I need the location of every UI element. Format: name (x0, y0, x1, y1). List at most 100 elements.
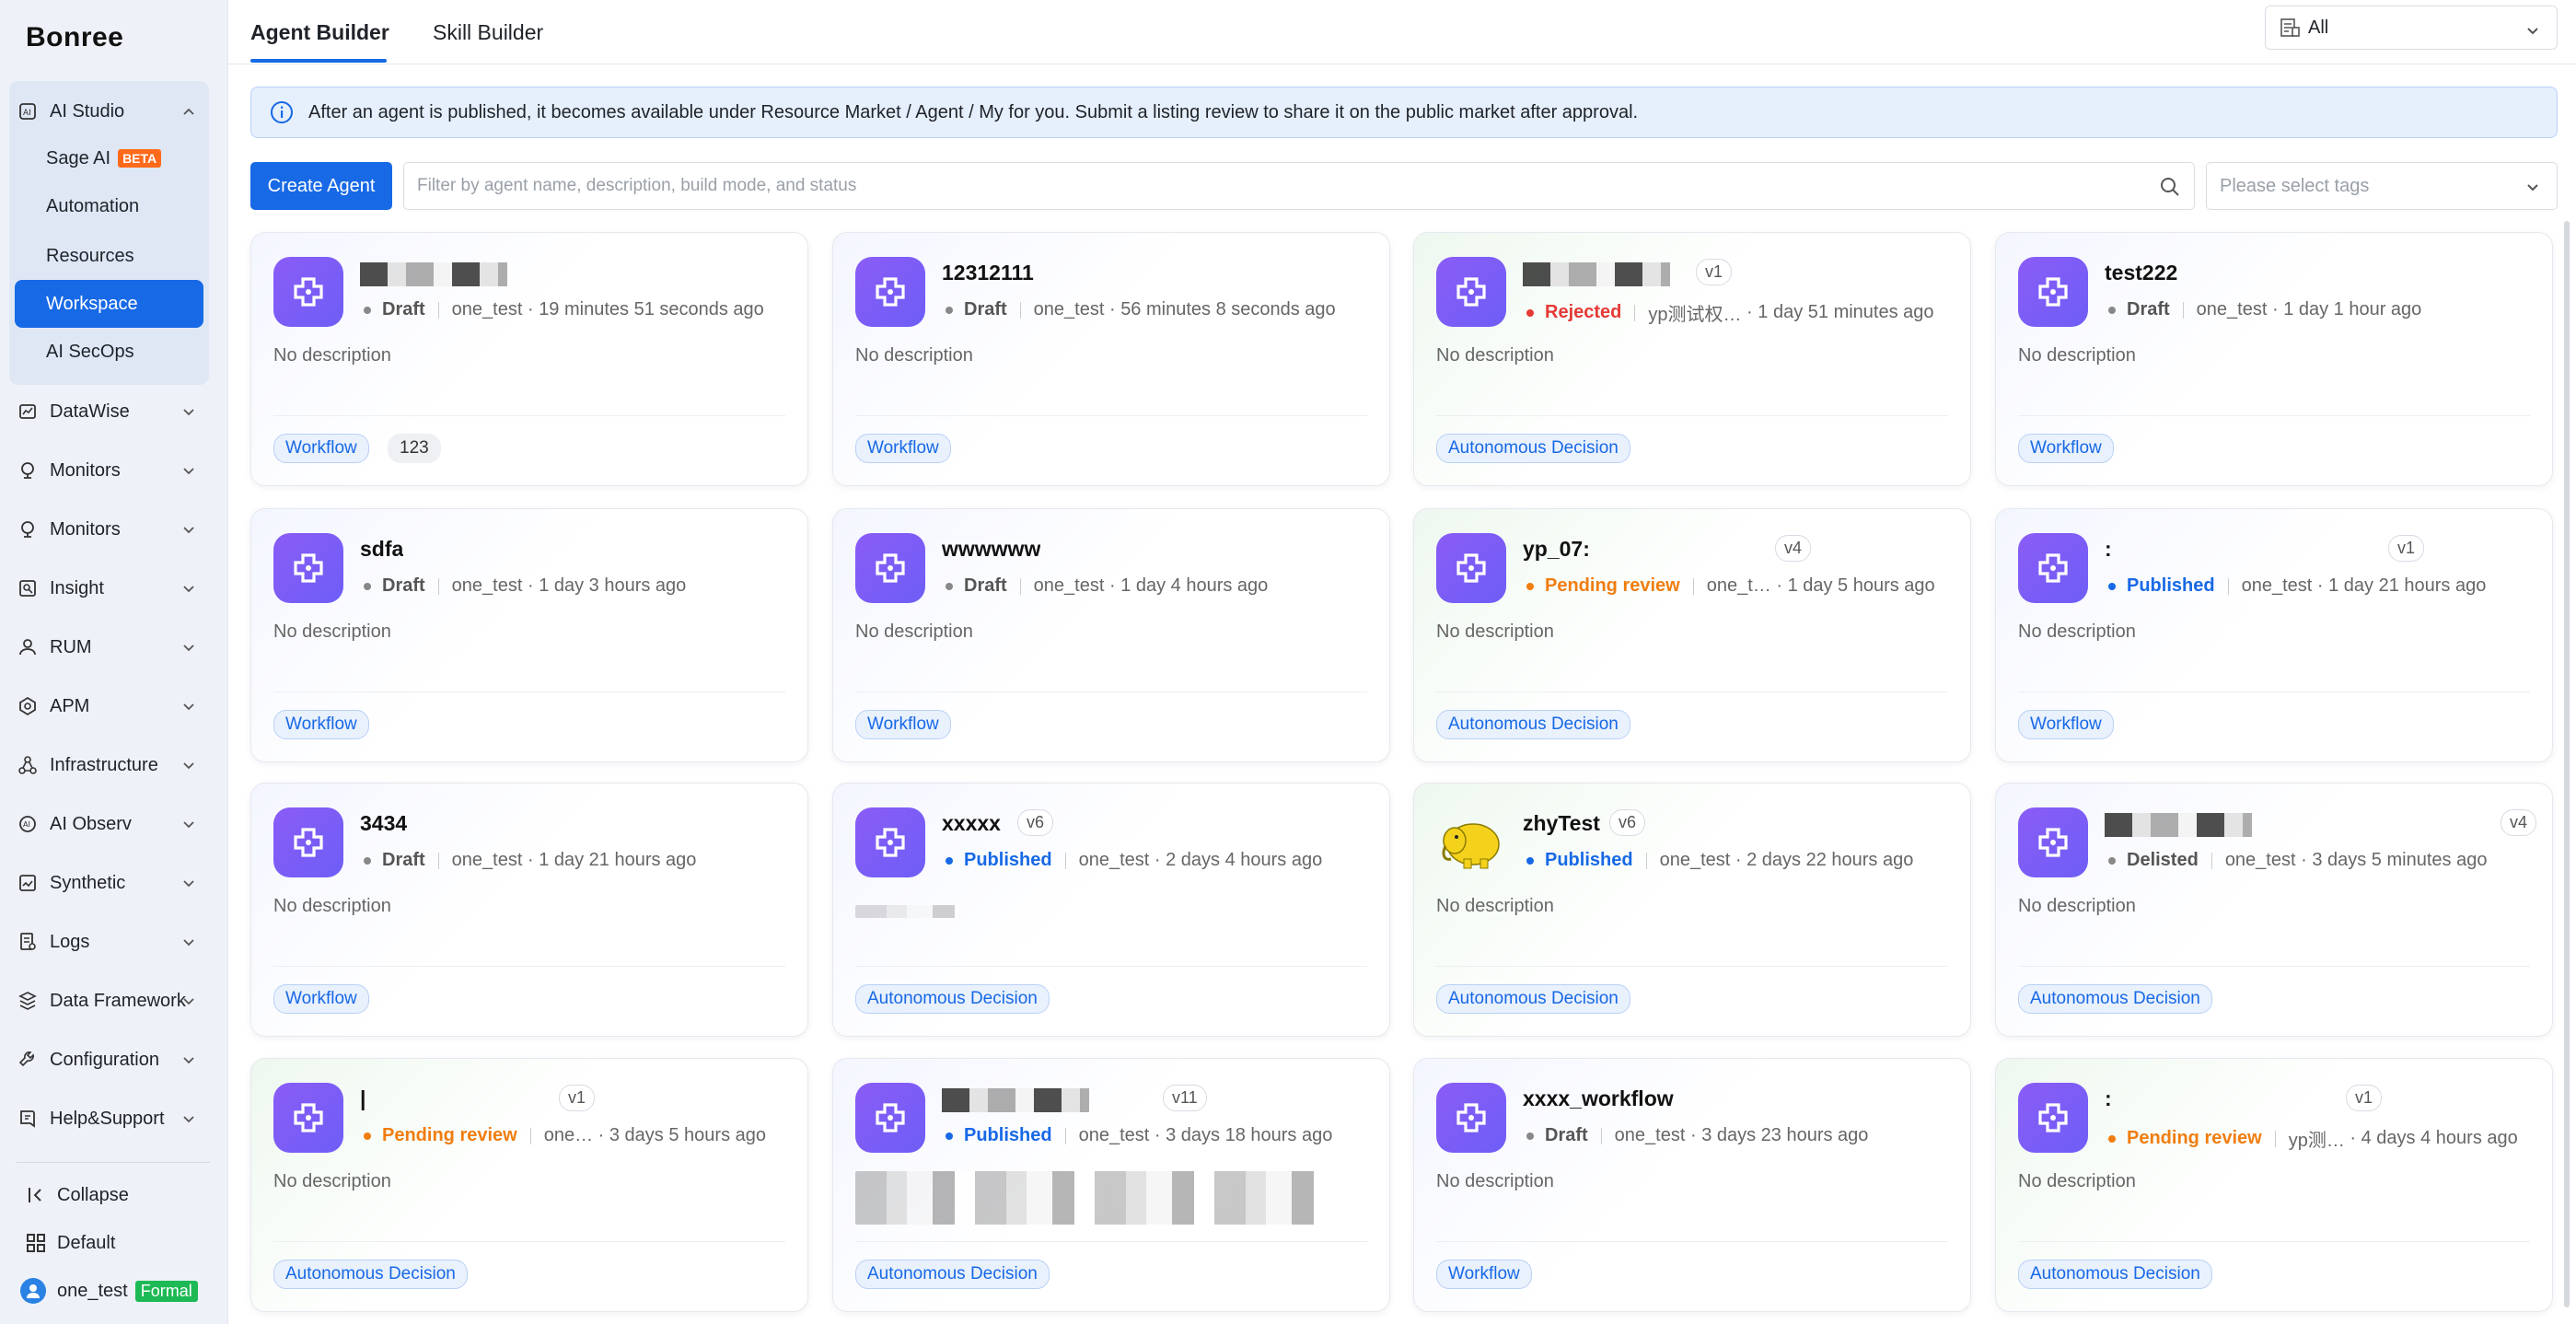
agent-description: No description (1436, 1171, 1554, 1191)
tag-chip[interactable]: Autonomous Decision (273, 1260, 468, 1289)
sidebar-item-workspace[interactable]: Workspace (15, 280, 203, 328)
create-agent-button[interactable]: Create Agent (250, 162, 392, 210)
tag-chip[interactable]: Autonomous Decision (1436, 984, 1630, 1014)
agent-avatar-icon (1436, 257, 1506, 327)
tag-chip[interactable]: Workflow (2018, 434, 2114, 463)
tag-chip[interactable]: Autonomous Decision (1436, 434, 1630, 463)
chevron-down-icon (183, 880, 194, 888)
meta-separator (437, 852, 439, 869)
tag-chip[interactable]: Workflow (1436, 1260, 1532, 1289)
sidebar-item-resources[interactable]: Resources (15, 232, 203, 280)
version-badge: v4 (2501, 809, 2537, 836)
agent-card[interactable]: zhyTest v6 Published one_test · 2 days 22 h… (1413, 783, 1971, 1037)
tag-chip[interactable]: Autonomous Decision (855, 1260, 1050, 1289)
sidebar-group-insight[interactable]: Insight (9, 563, 209, 613)
agent-card[interactable]: : v1 Pending review yp测… · 4 days 4 hours a… (1995, 1058, 2553, 1312)
status-badge: Rejected (1545, 302, 1622, 322)
version-badge: v6 (1017, 809, 1054, 836)
status-dot (946, 1132, 953, 1140)
meta-dot: · (2267, 299, 2284, 319)
tag-chip[interactable]: Workflow (855, 710, 951, 739)
tags-select[interactable]: Please select tags (2206, 162, 2558, 210)
chevron-down-icon (183, 468, 194, 475)
agent-card[interactable]: 3434 Draft one_test · 1 day 21 hours ago No… (250, 783, 808, 1037)
status-dot (1526, 308, 1534, 317)
sidebar-group-ai-observ[interactable]: AI AI Observ (9, 799, 209, 849)
chevron-down-icon (183, 821, 194, 829)
agent-card[interactable]: v11 Published one_test · 3 days 18 hours a… (832, 1058, 1390, 1312)
meta-dot: · (522, 299, 540, 319)
agent-avatar-icon (855, 533, 925, 603)
agent-name-redacted (1523, 262, 1670, 286)
collapse-button[interactable]: Collapse (9, 1173, 209, 1217)
agent-owner: one_test (1033, 575, 1105, 596)
search-input[interactable] (404, 163, 2194, 209)
sidebar-item-automation[interactable]: Automation (15, 182, 203, 230)
active-tab-indicator (250, 59, 387, 63)
meta-separator (437, 577, 439, 595)
sidebar-group-monitors[interactable]: Monitors (9, 446, 209, 495)
sidebar: Bonree AI AI Studio DataWise Monitors Monito… (0, 0, 228, 1324)
agent-card[interactable]: : v1 Published one_test · 1 day 21 hours ag… (1995, 508, 2553, 762)
tag-chip[interactable]: Autonomous Decision (1436, 710, 1630, 739)
search-icon[interactable] (2159, 176, 2181, 198)
tag-chip[interactable]: Workflow (273, 710, 369, 739)
meta-dot: · (593, 1125, 609, 1145)
agent-card[interactable]: v1 Rejected yp测试权… · 1 day 51 minutes ago N… (1413, 232, 1971, 486)
chevron-down-icon (2527, 184, 2538, 192)
default-workspace-button[interactable]: Default (9, 1221, 209, 1265)
sidebar-group-configuration[interactable]: Configuration (9, 1035, 209, 1085)
agent-card[interactable]: v4 Delisted one_test · 3 days 5 minutes ag… (1995, 783, 2553, 1037)
agent-card[interactable]: 12312111 Draft one_test · 56 minutes 8 sec… (832, 232, 1390, 486)
sidebar-item-ai-secops[interactable]: AI SecOps (15, 328, 203, 376)
agent-card[interactable]: xxxxx v6 Published one_test · 2 days 4 hour… (832, 783, 1390, 1037)
card-divider (1436, 691, 1948, 692)
sidebar-item-label: Sage AI (46, 147, 111, 168)
tab-agent-builder[interactable]: Agent Builder (250, 20, 389, 45)
tag-chip[interactable]: Autonomous Decision (855, 984, 1050, 1014)
agent-card[interactable]: | v1 Pending review one… · 3 days 5 hours a… (250, 1058, 808, 1312)
agent-card[interactable]: sdfa Draft one_test · 1 day 3 hours ago No … (250, 508, 808, 762)
tag-chip[interactable]: Autonomous Decision (2018, 984, 2212, 1014)
status-badge: Pending review (1545, 575, 1680, 596)
agent-avatar-icon (855, 1083, 925, 1153)
tag-chip[interactable]: 123 (388, 434, 441, 463)
agent-owner: one_test (451, 575, 523, 596)
agent-card[interactable]: xxxx_workflow Draft one_test · 3 days 23 h… (1413, 1058, 1971, 1312)
agent-card[interactable]: test222 Draft one_test · 1 day 1 hour ago N… (1995, 232, 2553, 486)
sidebar-group-apm[interactable]: APM (9, 681, 209, 731)
sidebar-group-datawise[interactable]: DataWise (9, 387, 209, 436)
sidebar-group-rum[interactable]: RUM (9, 622, 209, 672)
sidebar-group-synthetic[interactable]: Synthetic (9, 858, 209, 908)
default-label: Default (57, 1232, 116, 1253)
user-profile[interactable]: one_test Formal (9, 1269, 209, 1313)
tag-chip[interactable]: Autonomous Decision (2018, 1260, 2212, 1289)
tag-chip[interactable]: Workflow (2018, 710, 2114, 739)
tag-chip[interactable]: Workflow (273, 984, 369, 1014)
sidebar-group-data-framework[interactable]: Data Framework (9, 976, 209, 1026)
agent-card[interactable]: Draft one_test · 19 minutes 51 seconds ag… (250, 232, 808, 486)
version-badge: v1 (2388, 535, 2425, 562)
agent-card[interactable]: wwwwww Draft one_test · 1 day 4 hours ago N… (832, 508, 1390, 762)
tag-chip[interactable]: Workflow (273, 434, 369, 463)
agent-updated-time: 3 days 5 minutes ago (2312, 850, 2488, 870)
sidebar-group-monitors[interactable]: Monitors (9, 505, 209, 554)
agent-description: No description (1436, 896, 1554, 916)
sidebar-group-ai-studio[interactable]: AI AI Studio (9, 87, 209, 136)
scope-select[interactable]: All (2265, 6, 2558, 50)
status-badge: Pending review (2127, 1128, 2262, 1148)
sidebar-group-logs[interactable]: Logs (9, 917, 209, 967)
version-badge: v1 (559, 1085, 596, 1111)
agent-card[interactable]: yp_07: v4 Pending review one_t… · 1 day 5 h… (1413, 508, 1971, 762)
tag-chip[interactable]: Workflow (855, 434, 951, 463)
scrollbar[interactable] (2564, 221, 2570, 1307)
sidebar-group-infrastructure[interactable]: Infrastructure (9, 740, 209, 790)
tab-skill-builder[interactable]: Skill Builder (433, 20, 543, 45)
card-divider (1436, 966, 1948, 967)
sidebar-group-help-support[interactable]: Help&Support (9, 1094, 209, 1144)
chevron-down-icon (183, 762, 194, 770)
agent-avatar-icon (1436, 1083, 1506, 1153)
agent-updated-time: 3 days 23 hours ago (1701, 1125, 1869, 1145)
agent-meta: Pending review one_t… · 1 day 5 hours ago (1523, 575, 1935, 597)
sidebar-item-sage-ai[interactable]: Sage AI BETA (15, 134, 203, 182)
